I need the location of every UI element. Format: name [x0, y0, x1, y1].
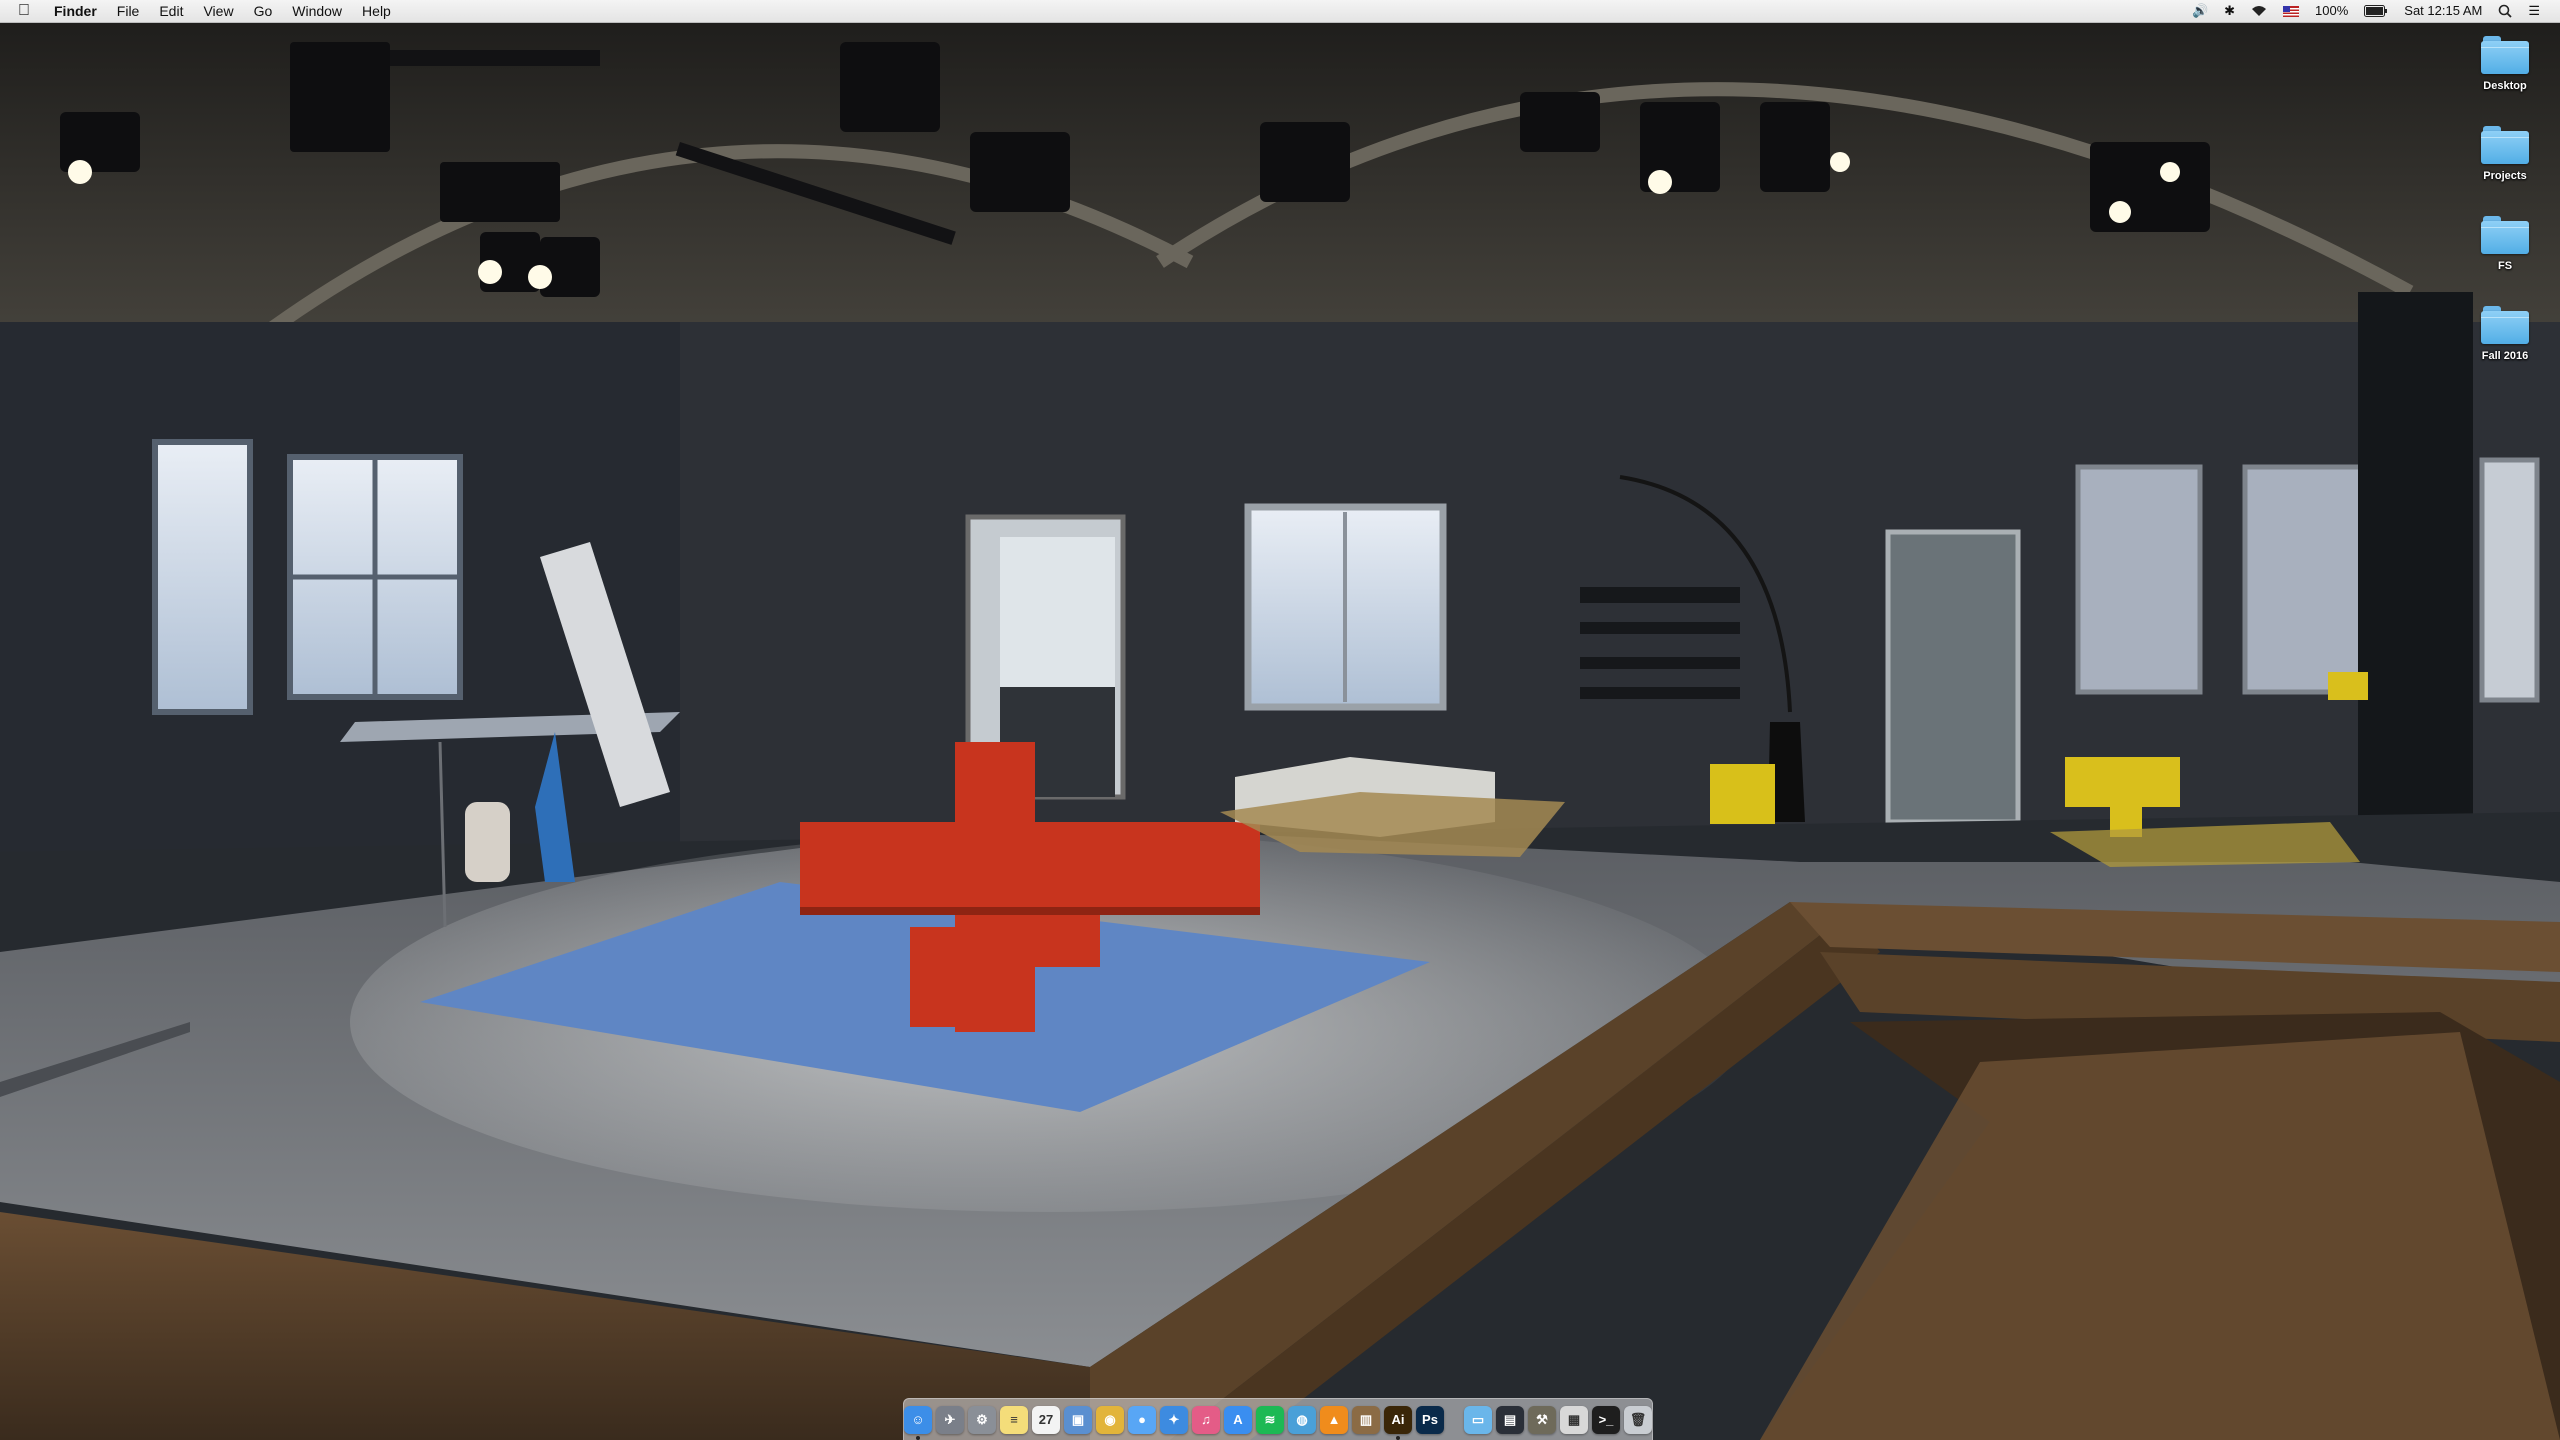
- desktop-folder-fs[interactable]: FS: [2460, 212, 2550, 302]
- calendar-icon[interactable]: 27: [1032, 1405, 1060, 1434]
- folder-label: Desktop: [2483, 80, 2527, 92]
- documents-icon[interactable]: ▦: [1560, 1405, 1588, 1434]
- desktop-icons: Desktop Projects FS Fall 2016: [2460, 32, 2550, 392]
- dock-apps: ☺ ✈ ⚙ ≡ 27 ▣ ◉ ● ✦ ♫ A ≋ ◍ ▲ ▥ Ai Ps: [904, 1405, 1444, 1440]
- volume-icon[interactable]: 🔊: [2184, 0, 2216, 22]
- desktop-folder-fall-2016[interactable]: Fall 2016: [2460, 302, 2550, 392]
- menu-bar:  Finder File Edit View Go Window Help 🔊…: [0, 0, 2560, 23]
- status-area: 🔊 ✱ 100% Sat 12:15 AM ☰: [2184, 0, 2560, 22]
- battery-percent[interactable]: 100%: [2307, 0, 2356, 22]
- globe-icon[interactable]: ◍: [1288, 1405, 1316, 1434]
- notification-center-icon[interactable]: ☰: [2520, 0, 2548, 22]
- screenshot-icon[interactable]: ▤: [1496, 1405, 1524, 1434]
- folder-label: Fall 2016: [2481, 350, 2529, 362]
- wifi-icon[interactable]: [2243, 5, 2275, 17]
- dock-utilities: ▭ ▤ ⚒ ▦ >_ 🗑: [1464, 1405, 1652, 1434]
- tools-icon[interactable]: ⚒: [1528, 1405, 1556, 1434]
- battery-icon[interactable]: [2356, 5, 2396, 17]
- folder-icon: [2481, 216, 2529, 254]
- desktop-folder-projects[interactable]: Projects: [2460, 122, 2550, 212]
- menu-go[interactable]: Go: [244, 0, 283, 22]
- flag-icon[interactable]: [2275, 5, 2307, 17]
- menu-app-name[interactable]: Finder: [44, 0, 107, 22]
- menu-view[interactable]: View: [193, 0, 243, 22]
- rocket-icon[interactable]: ✈: [936, 1405, 964, 1434]
- bluetooth-icon[interactable]: ✱: [2216, 0, 2243, 22]
- spotify-icon[interactable]: ≋: [1256, 1405, 1284, 1434]
- clock[interactable]: Sat 12:15 AM: [2396, 0, 2490, 22]
- trash-icon[interactable]: 🗑: [1624, 1405, 1652, 1434]
- books-icon[interactable]: ▥: [1352, 1405, 1380, 1434]
- desktop-folder-desktop[interactable]: Desktop: [2460, 32, 2550, 122]
- menu-help[interactable]: Help: [352, 0, 401, 22]
- gear-icon[interactable]: ⚙: [968, 1405, 996, 1434]
- running-indicator: [916, 1435, 920, 1440]
- photoshop-icon[interactable]: Ps: [1416, 1405, 1444, 1434]
- notes-icon[interactable]: ≡: [1000, 1405, 1028, 1434]
- apple-menu-icon[interactable]: : [0, 0, 44, 22]
- illustrator-icon[interactable]: Ai: [1384, 1405, 1412, 1440]
- dock: ☺ ✈ ⚙ ≡ 27 ▣ ◉ ● ✦ ♫ A ≋ ◍ ▲ ▥ Ai Ps ▭ ▤ ⚒ ▦ >_ 🗑: [903, 1398, 1653, 1440]
- messages-icon[interactable]: ●: [1128, 1405, 1156, 1434]
- music-icon[interactable]: ♫: [1192, 1405, 1220, 1434]
- running-indicator: [1396, 1435, 1400, 1440]
- appstore-icon[interactable]: A: [1224, 1405, 1252, 1434]
- folder-label: FS: [2497, 260, 2513, 272]
- folder-icon: [2481, 306, 2529, 344]
- folder-label: Projects: [2483, 170, 2527, 182]
- folder-icon: [2481, 36, 2529, 74]
- vlc-icon[interactable]: ▲: [1320, 1405, 1348, 1434]
- folder-icon: [2481, 126, 2529, 164]
- terminal-icon[interactable]: >_: [1592, 1405, 1620, 1434]
- finder-icon[interactable]: ☺: [904, 1405, 932, 1440]
- safari-icon[interactable]: ✦: [1160, 1405, 1188, 1434]
- chrome-icon[interactable]: ◉: [1096, 1405, 1124, 1434]
- spotlight-search-icon[interactable]: [2490, 4, 2520, 18]
- folder-icon[interactable]: ▭: [1464, 1405, 1492, 1434]
- menu-window[interactable]: Window: [282, 0, 352, 22]
- menu-file[interactable]: File: [107, 0, 150, 22]
- preview-icon[interactable]: ▣: [1064, 1405, 1092, 1434]
- menu-edit[interactable]: Edit: [149, 0, 193, 22]
- desktop-wallpaper: [0, 22, 2560, 1440]
